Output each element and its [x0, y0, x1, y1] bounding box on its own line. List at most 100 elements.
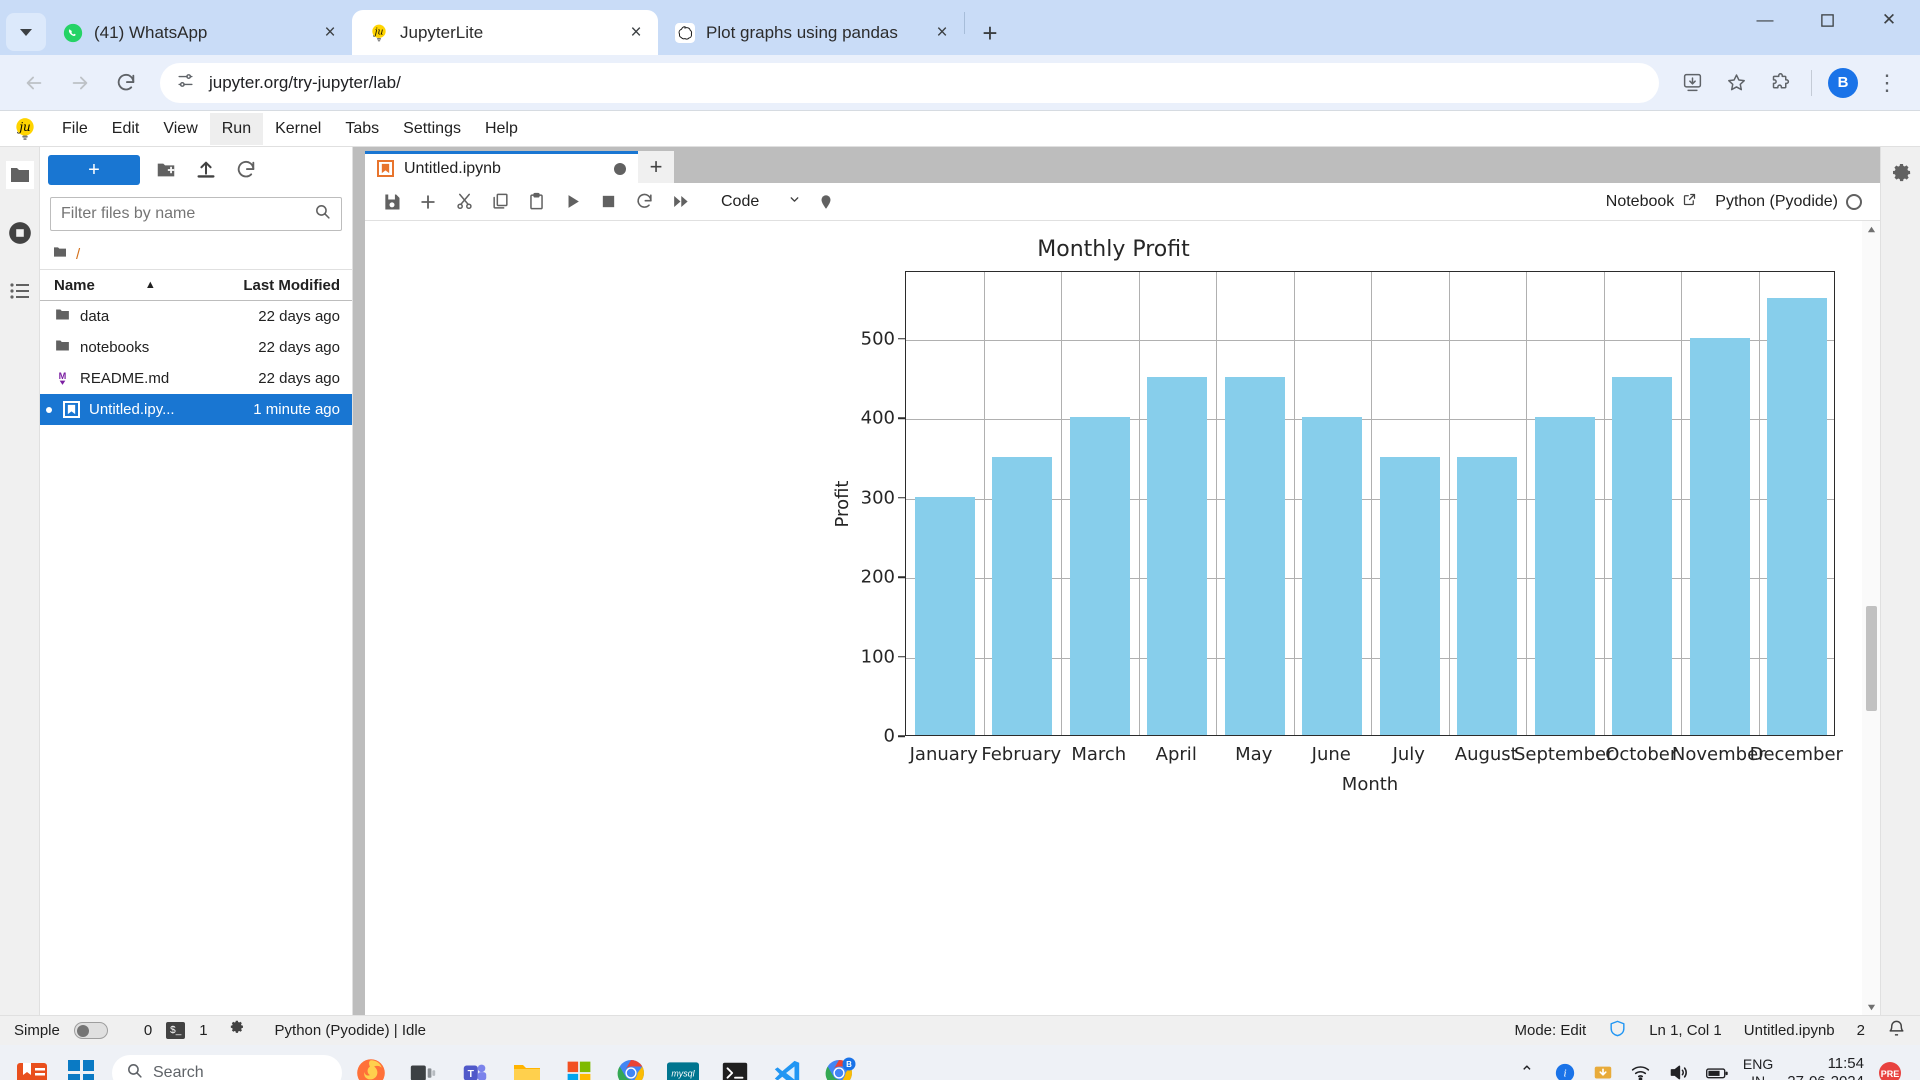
- unsaved-changes-icon[interactable]: [614, 162, 626, 175]
- app-icon-bookmark[interactable]: [12, 1050, 58, 1080]
- filter-files-field[interactable]: [50, 197, 342, 231]
- scrollbar-thumb[interactable]: [1866, 606, 1877, 711]
- insert-cell-icon[interactable]: [411, 187, 445, 217]
- address-bar[interactable]: jupyter.org/try-jupyter/lab/: [160, 62, 1659, 103]
- browser-tab-jupyterlite[interactable]: ju JupyterLite ×: [352, 10, 658, 55]
- profile-button[interactable]: B: [1824, 64, 1862, 102]
- bookmark-star-icon[interactable]: [1717, 64, 1755, 102]
- app-icon-teams[interactable]: T: [452, 1050, 498, 1080]
- stop-kernel-icon[interactable]: [591, 187, 625, 217]
- search-input[interactable]: [61, 205, 308, 223]
- tray-overflow-icon[interactable]: ⌃: [1515, 1062, 1539, 1080]
- cursor-position-label[interactable]: Ln 1, Col 1: [1649, 1022, 1722, 1039]
- app-icon-microsoft-store[interactable]: [556, 1050, 602, 1080]
- app-icon-mysql[interactable]: mysql: [660, 1050, 706, 1080]
- volume-icon[interactable]: [1667, 1062, 1691, 1080]
- notebook-tab-untitled[interactable]: Untitled.ipynb: [365, 151, 638, 183]
- browser-tab-plot-graphs[interactable]: Plot graphs using pandas ×: [658, 10, 964, 55]
- minimize-button[interactable]: —: [1734, 0, 1796, 40]
- install-app-icon[interactable]: [1673, 64, 1711, 102]
- tab-search-button[interactable]: [6, 13, 46, 51]
- cut-icon[interactable]: [447, 187, 481, 217]
- restart-kernel-icon[interactable]: [627, 187, 661, 217]
- language-indicator[interactable]: ENG IN: [1743, 1056, 1773, 1080]
- tray-info-icon[interactable]: i: [1553, 1062, 1577, 1080]
- menu-settings[interactable]: Settings: [391, 113, 473, 145]
- menu-view[interactable]: View: [151, 113, 209, 145]
- shield-icon[interactable]: [1608, 1019, 1627, 1042]
- wifi-icon[interactable]: [1629, 1062, 1653, 1080]
- tray-update-icon[interactable]: [1591, 1062, 1615, 1080]
- chrome-menu-button[interactable]: ⋮: [1868, 64, 1906, 102]
- app-icon-file-explorer[interactable]: [504, 1050, 550, 1080]
- menu-tabs[interactable]: Tabs: [333, 113, 391, 145]
- cell-type-dropdown[interactable]: Code: [711, 189, 807, 215]
- kernel-name-label[interactable]: Python (Pyodide): [1715, 193, 1838, 211]
- terminal-icon[interactable]: $_: [166, 1022, 186, 1039]
- browser-tab-whatsapp[interactable]: (41) WhatsApp ×: [46, 10, 352, 55]
- app-icon-firefox[interactable]: [348, 1050, 394, 1080]
- menu-kernel[interactable]: Kernel: [263, 113, 333, 145]
- y-axis-tick-mark: [898, 496, 905, 499]
- app-icon-chrome[interactable]: [608, 1050, 654, 1080]
- notebook-scrollbar[interactable]: [1862, 221, 1880, 1015]
- restart-and-run-all-icon[interactable]: [663, 187, 697, 217]
- close-window-button[interactable]: ✕: [1858, 0, 1920, 40]
- app-icon-terminal[interactable]: [712, 1050, 758, 1080]
- app-icon-chrome-active[interactable]: B: [816, 1050, 862, 1080]
- forward-button[interactable]: [60, 63, 100, 103]
- scroll-up-icon[interactable]: [1862, 221, 1880, 237]
- paste-icon[interactable]: [519, 187, 553, 217]
- column-header-name[interactable]: Name ▲: [40, 277, 210, 294]
- notification-center-icon[interactable]: PRE: [1878, 1061, 1902, 1080]
- column-header-last-modified[interactable]: Last Modified: [210, 277, 352, 294]
- new-folder-icon[interactable]: [152, 156, 180, 184]
- battery-icon[interactable]: [1705, 1062, 1729, 1080]
- new-launcher-button[interactable]: +: [48, 155, 140, 185]
- add-notebook-tab-button[interactable]: +: [638, 151, 674, 183]
- close-icon[interactable]: ×: [930, 21, 954, 45]
- settings-gear-icon[interactable]: [228, 1020, 245, 1041]
- taskbar-search[interactable]: Search: [112, 1054, 342, 1080]
- scroll-down-icon[interactable]: [1862, 999, 1880, 1015]
- site-settings-icon[interactable]: [176, 71, 195, 95]
- copy-icon[interactable]: [483, 187, 517, 217]
- save-icon[interactable]: [375, 187, 409, 217]
- reload-button[interactable]: [106, 63, 146, 103]
- file-row-readme[interactable]: M README.md 22 days ago: [40, 363, 352, 394]
- file-row-data[interactable]: data 22 days ago: [40, 301, 352, 332]
- property-inspector-gear-icon[interactable]: [1887, 161, 1915, 189]
- language-line1: ENG: [1742, 1056, 1774, 1073]
- file-row-untitled-notebook[interactable]: Untitled.ipy... 1 minute ago: [40, 394, 352, 425]
- close-icon[interactable]: ×: [624, 21, 648, 45]
- run-cell-icon[interactable]: [555, 187, 589, 217]
- back-button[interactable]: [14, 63, 54, 103]
- close-icon[interactable]: ×: [318, 21, 342, 45]
- menu-edit[interactable]: Edit: [100, 113, 152, 145]
- simple-mode-toggle[interactable]: [73, 1022, 108, 1039]
- menu-file[interactable]: File: [50, 113, 100, 145]
- new-tab-button[interactable]: +: [973, 16, 1007, 50]
- file-row-notebooks[interactable]: notebooks 22 days ago: [40, 332, 352, 363]
- extensions-icon[interactable]: [1761, 64, 1799, 102]
- upload-icon[interactable]: [192, 156, 220, 184]
- clock[interactable]: 11:54 27-06-2024: [1787, 1055, 1864, 1080]
- app-icon-task-view[interactable]: [400, 1050, 446, 1080]
- cell-marker-icon[interactable]: [809, 187, 843, 217]
- breadcrumb[interactable]: /: [40, 239, 352, 269]
- app-icon-vscode[interactable]: [764, 1050, 810, 1080]
- refresh-icon[interactable]: [232, 156, 260, 184]
- sidebar-item-file-browser[interactable]: [5, 161, 34, 189]
- menu-help[interactable]: Help: [473, 113, 530, 145]
- menu-run[interactable]: Run: [209, 112, 264, 145]
- start-button[interactable]: [64, 1056, 98, 1080]
- kernel-status-idle-icon[interactable]: [1846, 193, 1862, 210]
- x-gridline: [1138, 272, 1140, 735]
- interface-switcher-label[interactable]: Notebook: [1606, 193, 1675, 211]
- external-link-icon[interactable]: [1682, 192, 1697, 212]
- maximize-button[interactable]: [1796, 0, 1858, 40]
- kernel-status-text[interactable]: Python (Pyodide) | Idle: [275, 1022, 426, 1039]
- sidebar-item-table-of-contents[interactable]: [6, 277, 34, 305]
- sidebar-item-running-kernels[interactable]: [6, 219, 34, 247]
- bell-icon[interactable]: [1887, 1019, 1906, 1042]
